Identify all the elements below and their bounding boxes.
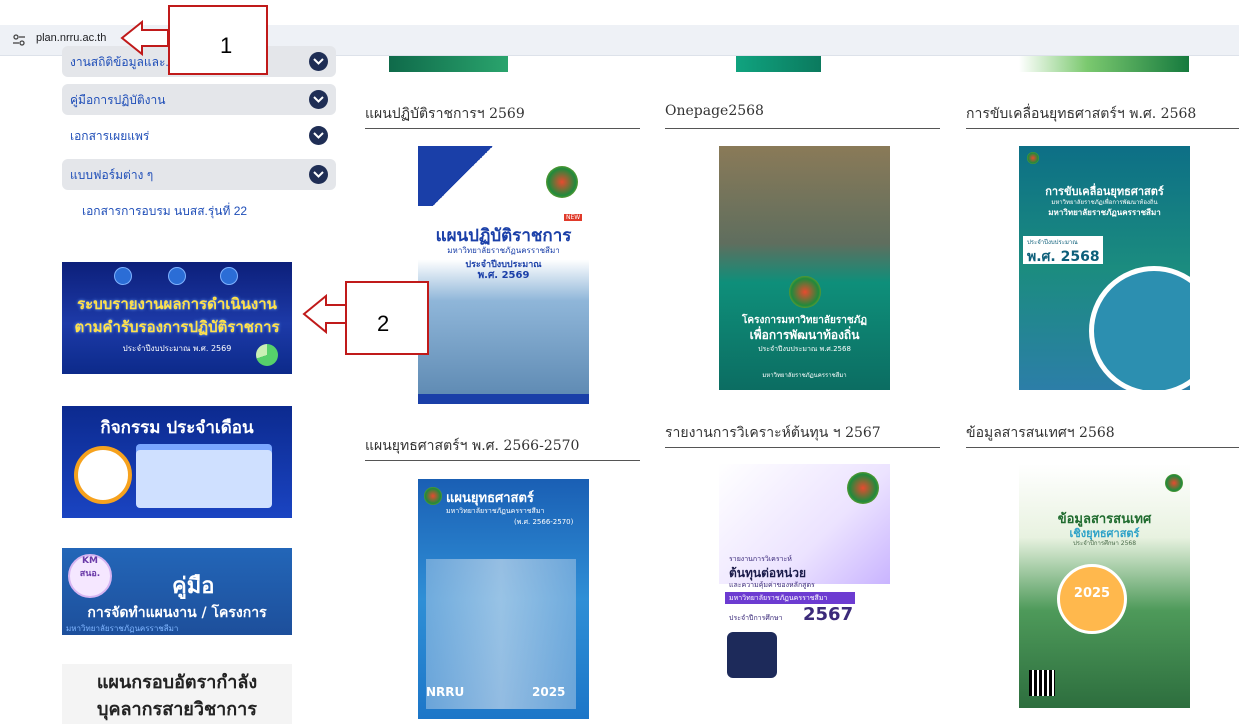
banner-line1: ระบบรายงานผลการดำเนินงาน (77, 295, 277, 313)
doc-cover-action-plan[interactable]: NEW แผนปฏิบัติราชการ มหาวิทยาลัยราชภัฏนค… (418, 146, 589, 404)
doc-title-onepage[interactable]: Onepage2568 (665, 103, 764, 119)
chevron-down-icon[interactable] (309, 165, 328, 184)
sidebar-item-label: คู่มือการปฏิบัติงาน (70, 93, 166, 107)
calendar-icon (136, 450, 272, 508)
annotation-callout-1: 1 (168, 5, 268, 75)
chevron-down-icon[interactable] (309, 52, 328, 71)
chevron-down-icon[interactable] (309, 126, 328, 145)
robot-icon (168, 267, 186, 285)
banner-line1: แผนกรอบอัตรากำลัง (96, 672, 258, 693)
sidebar-item-label: เอกสารเผยแพร่ (70, 129, 150, 143)
sidebar-item-publications[interactable]: เอกสารเผยแพร่ (62, 120, 336, 151)
university-seal (1027, 152, 1039, 164)
banner-title: คู่มือ (172, 574, 215, 599)
url-text[interactable]: plan.nrru.ac.th (36, 32, 106, 44)
university-seal (789, 276, 821, 308)
doc-title-cost-analysis[interactable]: รายงานการวิเคราะห์ต้นทุน ฯ 2567 (665, 422, 881, 444)
chart-icon (114, 267, 132, 285)
annotation-callout-2: 2 (345, 281, 429, 355)
title-underline (365, 460, 640, 461)
arrow-left-icon (120, 20, 169, 57)
university-seal (424, 487, 442, 505)
training-docs-link[interactable]: เอกสารการอบรม นบสส.รุ่นที่ 22 (82, 202, 247, 221)
doc-title-action-plan[interactable]: แผนปฏิบัติราชการฯ 2569 (365, 103, 525, 125)
doc-cover-strategic-plan[interactable]: แผนยุทธศาสตร์ มหาวิทยาลัยราชภัฏนครราชสีม… (418, 479, 589, 719)
title-underline (665, 128, 940, 129)
sidebar-item-label: แบบฟอร์มต่าง ๆ (70, 168, 154, 182)
doc-title-strategy-drive[interactable]: การขับเคลื่อนยุทธศาสตร์ฯ พ.ศ. 2568 (966, 103, 1196, 125)
doc-title-strategic-info[interactable]: ข้อมูลสารสนเทศฯ 2568 (966, 422, 1115, 444)
qr-code (1029, 670, 1055, 696)
banner-line2: ตามคำรับรองการปฏิบัติราชการ (74, 318, 280, 336)
cover-image-top[interactable] (389, 56, 559, 72)
clock-icon (74, 446, 132, 504)
university-seal (546, 166, 578, 198)
site-info-icon[interactable] (12, 33, 26, 47)
performance-report-banner[interactable]: ระบบรายงานผลการดำเนินงาน ตามคำรับรองการป… (62, 262, 292, 374)
workforce-plan-banner[interactable]: แผนกรอบอัตรากำลัง บุคลากรสายวิชาการ (62, 664, 292, 724)
doc-cover-cost-analysis[interactable]: รายงานการวิเคราะห์ ต้นทุนต่อหน่วย และควา… (719, 464, 890, 708)
cover-image-top[interactable] (719, 56, 889, 72)
pie-chart-icon (256, 344, 278, 366)
monthly-activity-banner[interactable]: กิจกรรม ประจำเดือน (62, 406, 292, 518)
banner-title: กิจกรรม ประจำเดือน (100, 418, 254, 438)
title-underline (665, 447, 940, 448)
doc-cover-strategic-info[interactable]: ข้อมูลสารสนเทศ เชิงยุทธศาสตร์ ประจำปีการ… (1019, 464, 1190, 708)
chevron-down-icon[interactable] (309, 90, 328, 109)
title-underline (966, 447, 1239, 448)
banner-org: มหาวิทยาลัยราชภัฏนครราชสีมา (66, 624, 179, 633)
university-seal (847, 472, 879, 504)
doc-title-strategic-plan[interactable]: แผนยุทธศาสตร์ฯ พ.ศ. 2566-2570 (365, 435, 579, 457)
project-manual-banner[interactable]: KM สนอ. คู่มือ การจัดทำแผนงาน / โครงการ … (62, 548, 292, 635)
cloud-icon (220, 267, 238, 285)
banner-subtitle: การจัดทำแผนงาน / โครงการ (87, 605, 267, 621)
sidebar-item-manual[interactable]: คู่มือการปฏิบัติงาน (62, 84, 336, 115)
university-seal (1165, 474, 1183, 492)
cover-image-top[interactable] (1019, 56, 1189, 72)
km-logo: KM สนอ. (68, 554, 112, 598)
title-underline (966, 128, 1239, 129)
title-underline (365, 128, 640, 129)
doc-cover-strategy-drive[interactable]: การขับเคลื่อนยุทธศาสตร์ มหาวิทยาลัยราชภั… (1019, 146, 1190, 390)
sidebar-item-forms[interactable]: แบบฟอร์มต่าง ๆ (62, 159, 336, 190)
doc-cover-onepage[interactable]: โครงการมหาวิทยาลัยราชภัฏ เพื่อการพัฒนาท้… (719, 146, 890, 390)
